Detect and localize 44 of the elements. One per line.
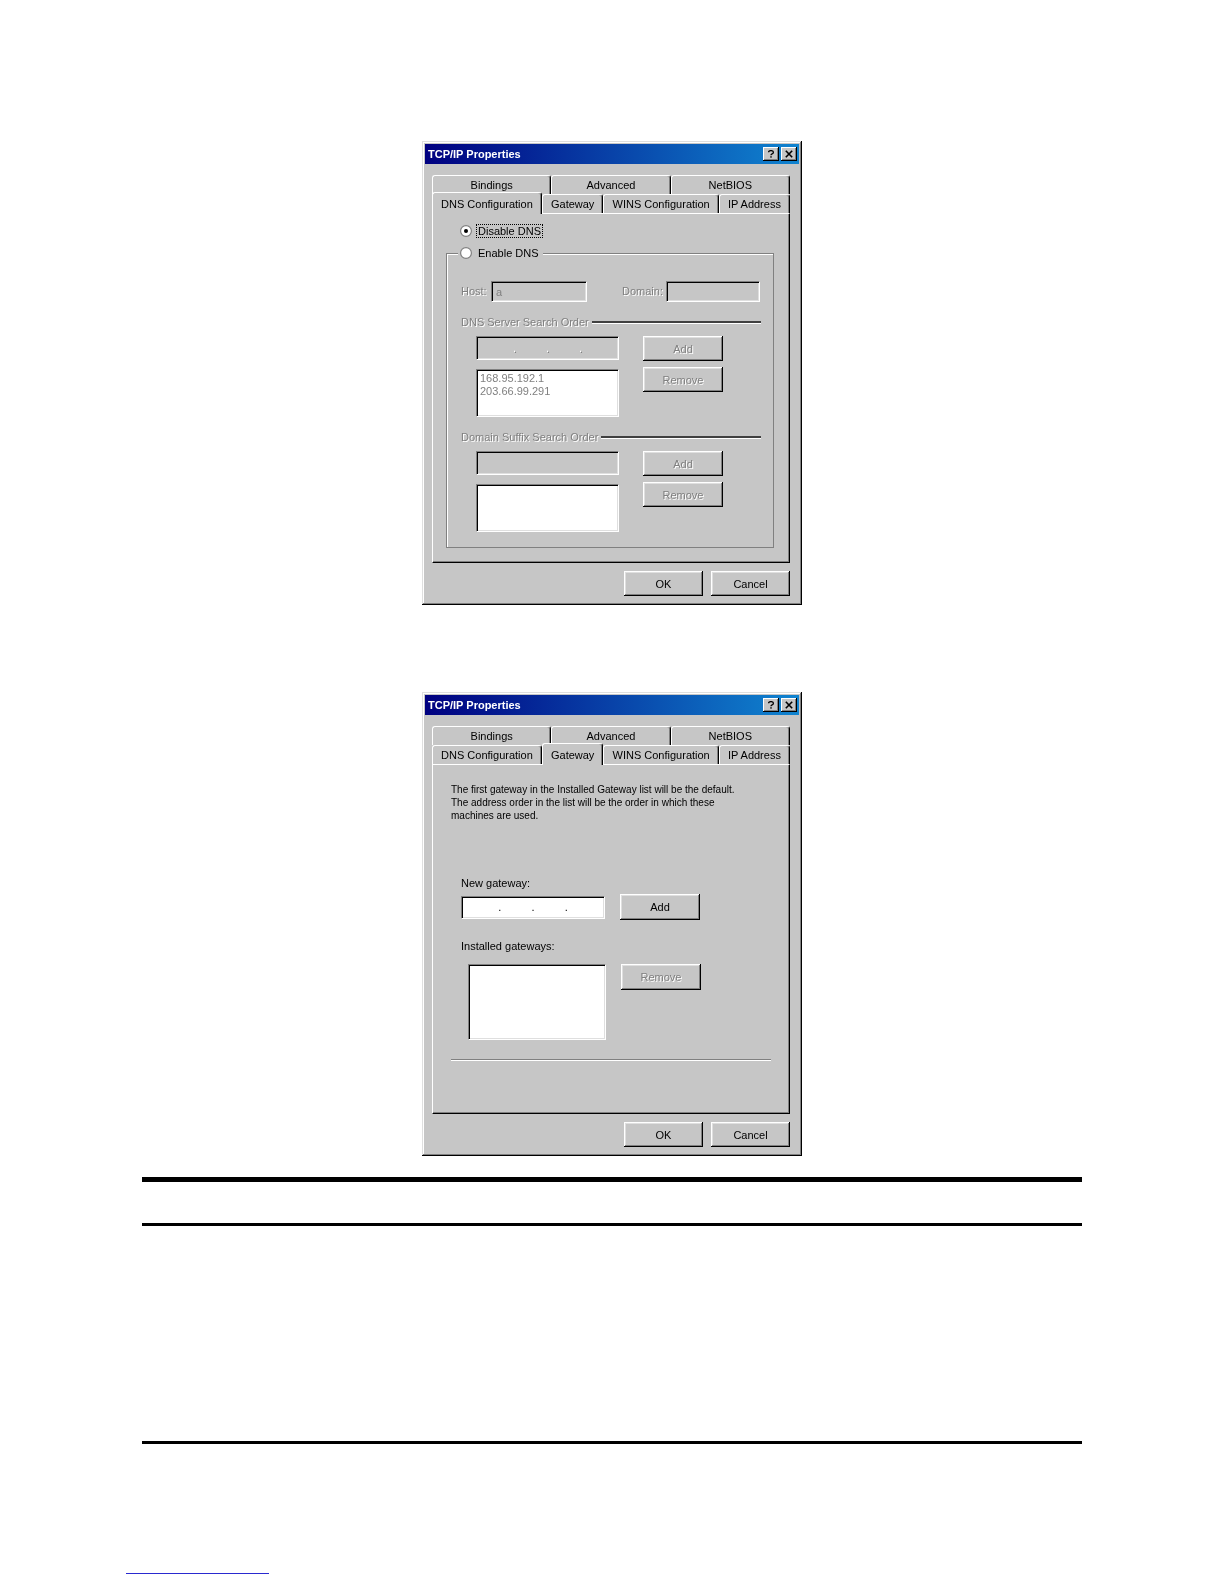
- dot-separator: .: [531, 901, 535, 913]
- help-button[interactable]: [763, 147, 779, 161]
- help-button[interactable]: [763, 698, 779, 712]
- tab[interactable]: NetBIOS: [670, 175, 790, 194]
- close-icon: [785, 150, 793, 158]
- intro-text: The first gateway in the Installed Gateway list will be the default. The address order in the list will be the order in which these machines are used.: [451, 783, 736, 823]
- field-label: Domain:: [622, 285, 664, 298]
- tab[interactable]: DNS Configuration: [432, 745, 542, 764]
- cancel-button[interactable]: Cancel: [711, 1122, 790, 1147]
- window-title: TCP/IP Properties: [428, 699, 521, 711]
- field-label: Installed gateways:: [461, 940, 555, 953]
- tab[interactable]: Bindings: [432, 175, 552, 194]
- tab[interactable]: NetBIOS: [670, 726, 790, 745]
- tab[interactable]: Gateway: [541, 194, 604, 213]
- ok-button[interactable]: OK: [624, 571, 703, 596]
- tab[interactable]: Advanced: [551, 726, 671, 745]
- add-button[interactable]: Add: [620, 894, 700, 920]
- ip-address-field[interactable]: . . .: [461, 895, 605, 919]
- dot-separator: .: [512, 342, 516, 354]
- tab[interactable]: IP Address: [718, 194, 790, 213]
- tab[interactable]: DNS Configuration: [432, 192, 542, 214]
- cancel-button[interactable]: Cancel: [711, 571, 790, 596]
- help-icon: [767, 701, 775, 709]
- tab[interactable]: WINS Configuration: [603, 194, 719, 213]
- section-heading: Domain Suffix Search Order: [461, 431, 599, 444]
- dot-separator: .: [498, 901, 502, 913]
- field-label: New gateway:: [461, 877, 531, 890]
- tab[interactable]: IP Address: [718, 745, 790, 764]
- dot-separator: .: [545, 342, 550, 354]
- dot-separator: .: [579, 342, 583, 354]
- section-heading: DNS Server Search Order: [461, 316, 589, 329]
- tab[interactable]: Gateway: [541, 743, 604, 765]
- tab[interactable]: Bindings: [432, 726, 552, 745]
- help-icon: [767, 150, 775, 158]
- tab[interactable]: WINS Configuration: [603, 745, 719, 764]
- window-title: TCP/IP Properties: [428, 148, 521, 160]
- tab[interactable]: Advanced: [551, 175, 671, 194]
- ok-button[interactable]: OK: [624, 1122, 703, 1147]
- close-button[interactable]: [781, 147, 797, 161]
- dot-separator: .: [564, 901, 568, 913]
- radio-button[interactable]: Enable DNS: [460, 246, 541, 260]
- field-label: Host:: [461, 285, 488, 298]
- close-icon: [785, 701, 793, 709]
- close-button[interactable]: [781, 698, 797, 712]
